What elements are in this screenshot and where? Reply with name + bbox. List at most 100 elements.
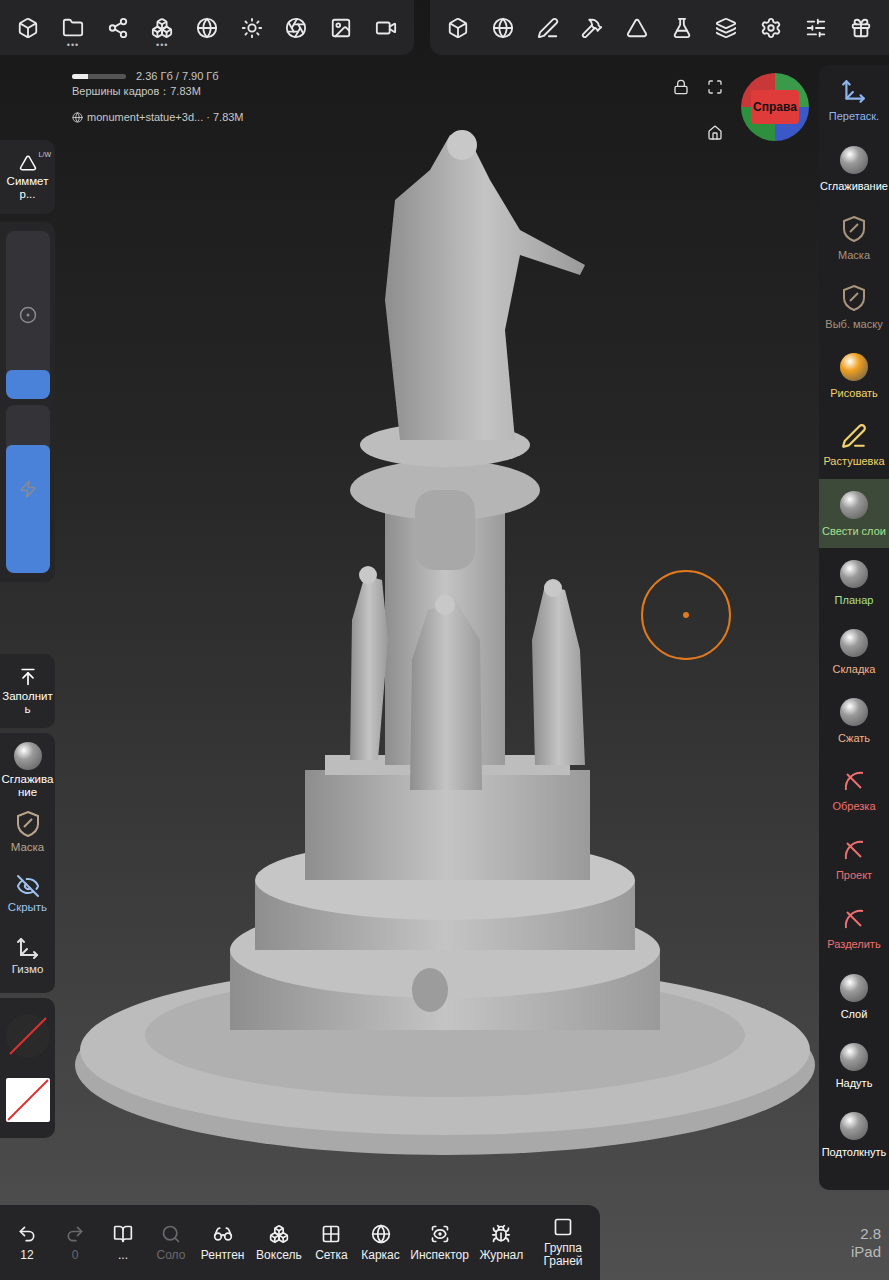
bottom-button[interactable]: Воксель [253, 1224, 304, 1262]
tool-icon [760, 17, 782, 39]
bottom-button[interactable]: ... [102, 1224, 144, 1262]
tool-icon [715, 17, 737, 39]
tool-button[interactable]: Растушевка [819, 410, 889, 479]
bottom-button[interactable]: Сетка [310, 1224, 352, 1262]
tool-button[interactable]: Обрезка [819, 755, 889, 824]
left-tool-button[interactable]: Маска [0, 801, 55, 863]
tool-icon [285, 17, 307, 39]
bottom-button[interactable]: Группа Граней [532, 1217, 594, 1268]
object-icon [72, 112, 83, 123]
top-tool-button[interactable] [843, 4, 879, 52]
tool-icon [62, 17, 84, 39]
viewport[interactable]: 2.36 Гб / 7.90 Гб Вершины кадров：7.83M mon… [58, 55, 819, 1205]
top-tool-button[interactable] [368, 4, 404, 52]
tool-button[interactable]: Слой [819, 962, 889, 1031]
paint-icon [840, 353, 868, 381]
view-icons [673, 73, 727, 141]
object-row[interactable]: monument+statue+3d... · 7.83M [72, 111, 805, 123]
top-tool-button[interactable] [323, 4, 359, 52]
fullscreen-icon[interactable] [707, 79, 723, 95]
intensity-slider[interactable] [6, 405, 50, 573]
bottom-icon [65, 1224, 85, 1244]
bottom-button[interactable]: Журнал [477, 1224, 526, 1262]
tool-button[interactable]: Перетаск. [819, 65, 889, 134]
sphere-icon [14, 742, 42, 770]
left-tool-button[interactable]: Гизмо [0, 925, 55, 987]
bottom-icon [371, 1224, 391, 1244]
top-tool-button[interactable] [708, 4, 744, 52]
symmetry-button[interactable]: L/WСимметр... [0, 146, 55, 208]
tool-icon [330, 17, 352, 39]
top-tool-button[interactable] [798, 4, 834, 52]
left-column: L/WСимметр... Заполнить СглаживаниеМаскаСк… [0, 55, 58, 1205]
intensity-icon [19, 480, 37, 498]
view-cube-face: Справа [751, 90, 799, 124]
bottom-button[interactable]: Рентген [198, 1224, 247, 1262]
bottom-button[interactable]: Инспектор [409, 1224, 471, 1262]
sphere-icon [840, 146, 868, 174]
sphere-icon [840, 974, 868, 1002]
left-tool-button[interactable]: Сглаживание [0, 739, 55, 801]
lock-icon[interactable] [673, 79, 689, 95]
memory-text: 2.36 Гб / 7.90 Гб [136, 70, 219, 82]
top-tool-button[interactable] [530, 4, 566, 52]
tool-icon [375, 17, 397, 39]
top-tool-button[interactable] [278, 4, 314, 52]
home-icon[interactable] [707, 125, 723, 141]
brush-cursor [641, 570, 731, 660]
bottom-button[interactable]: Соло [150, 1224, 192, 1262]
left-tool-button[interactable]: Скрыть [0, 863, 55, 925]
top-tool-button[interactable] [10, 4, 46, 52]
vertex-count: Вершины кадров：7.83M [72, 84, 805, 99]
bottom-icon [553, 1217, 573, 1237]
left-tools-panel: СглаживаниеМаскаСкрытьГизмо [0, 733, 55, 993]
top-tool-button[interactable] [100, 4, 136, 52]
more-dots: ••• [156, 41, 168, 50]
tool-button[interactable]: Надуть [819, 1031, 889, 1100]
bottom-button[interactable]: 12 [6, 1224, 48, 1262]
bottom-button[interactable]: Каркас [358, 1224, 402, 1262]
version-info: 2.8iPad [600, 1205, 889, 1280]
tool-icon [196, 17, 218, 39]
tool-icon [626, 17, 648, 39]
tool-icon [16, 874, 40, 898]
top-toolbar-left: ••• ••• [0, 0, 414, 55]
top-tool-button[interactable] [440, 4, 476, 52]
bottom-button[interactable]: 0 [54, 1224, 96, 1262]
top-tool-button[interactable]: ••• [144, 4, 180, 52]
top-tool-button[interactable] [619, 4, 655, 52]
top-tool-button[interactable]: ••• [55, 4, 91, 52]
tool-button[interactable]: Сглаживание [819, 134, 889, 203]
fill-button[interactable]: Заполнить [0, 660, 55, 722]
tool-button[interactable]: Свести слои [819, 479, 889, 548]
tool-button[interactable]: Маска [819, 203, 889, 272]
top-tool-button[interactable] [753, 4, 789, 52]
tool-button[interactable]: Подтолкнуть [819, 1100, 889, 1169]
fill-icon [18, 667, 38, 687]
top-tool-button[interactable] [234, 4, 270, 52]
tool-icon [447, 17, 469, 39]
tool-icon [805, 17, 827, 39]
top-tool-button[interactable] [189, 4, 225, 52]
tool-button[interactable]: Сжать [819, 686, 889, 755]
tool-button[interactable]: Рисовать [819, 341, 889, 410]
sphere-icon [840, 698, 868, 726]
top-tool-button[interactable] [664, 4, 700, 52]
radius-slider[interactable] [6, 231, 50, 399]
tool-button[interactable]: Проект [819, 824, 889, 893]
tool-button[interactable]: Складка [819, 617, 889, 686]
smudge-icon [841, 423, 867, 449]
top-tool-button[interactable] [485, 4, 521, 52]
view-cube[interactable]: Справа [741, 73, 809, 141]
tool-icon [107, 17, 129, 39]
bottom-area: 120...СолоРентгенВоксельСеткаКаркасИнспе… [0, 1205, 889, 1280]
tool-button[interactable]: Разделить [819, 893, 889, 962]
material-swatch[interactable] [6, 1014, 50, 1058]
color-swatch[interactable] [6, 1078, 50, 1122]
tool-icon [581, 17, 603, 39]
tool-button[interactable]: Планар [819, 548, 889, 617]
top-tool-button[interactable] [574, 4, 610, 52]
tool-icon [241, 17, 263, 39]
tool-button[interactable]: Выб. маску [819, 272, 889, 341]
app: ••••••L/WСимметр...ЗаполнитьСглаживаниеМ… [0, 0, 889, 1280]
